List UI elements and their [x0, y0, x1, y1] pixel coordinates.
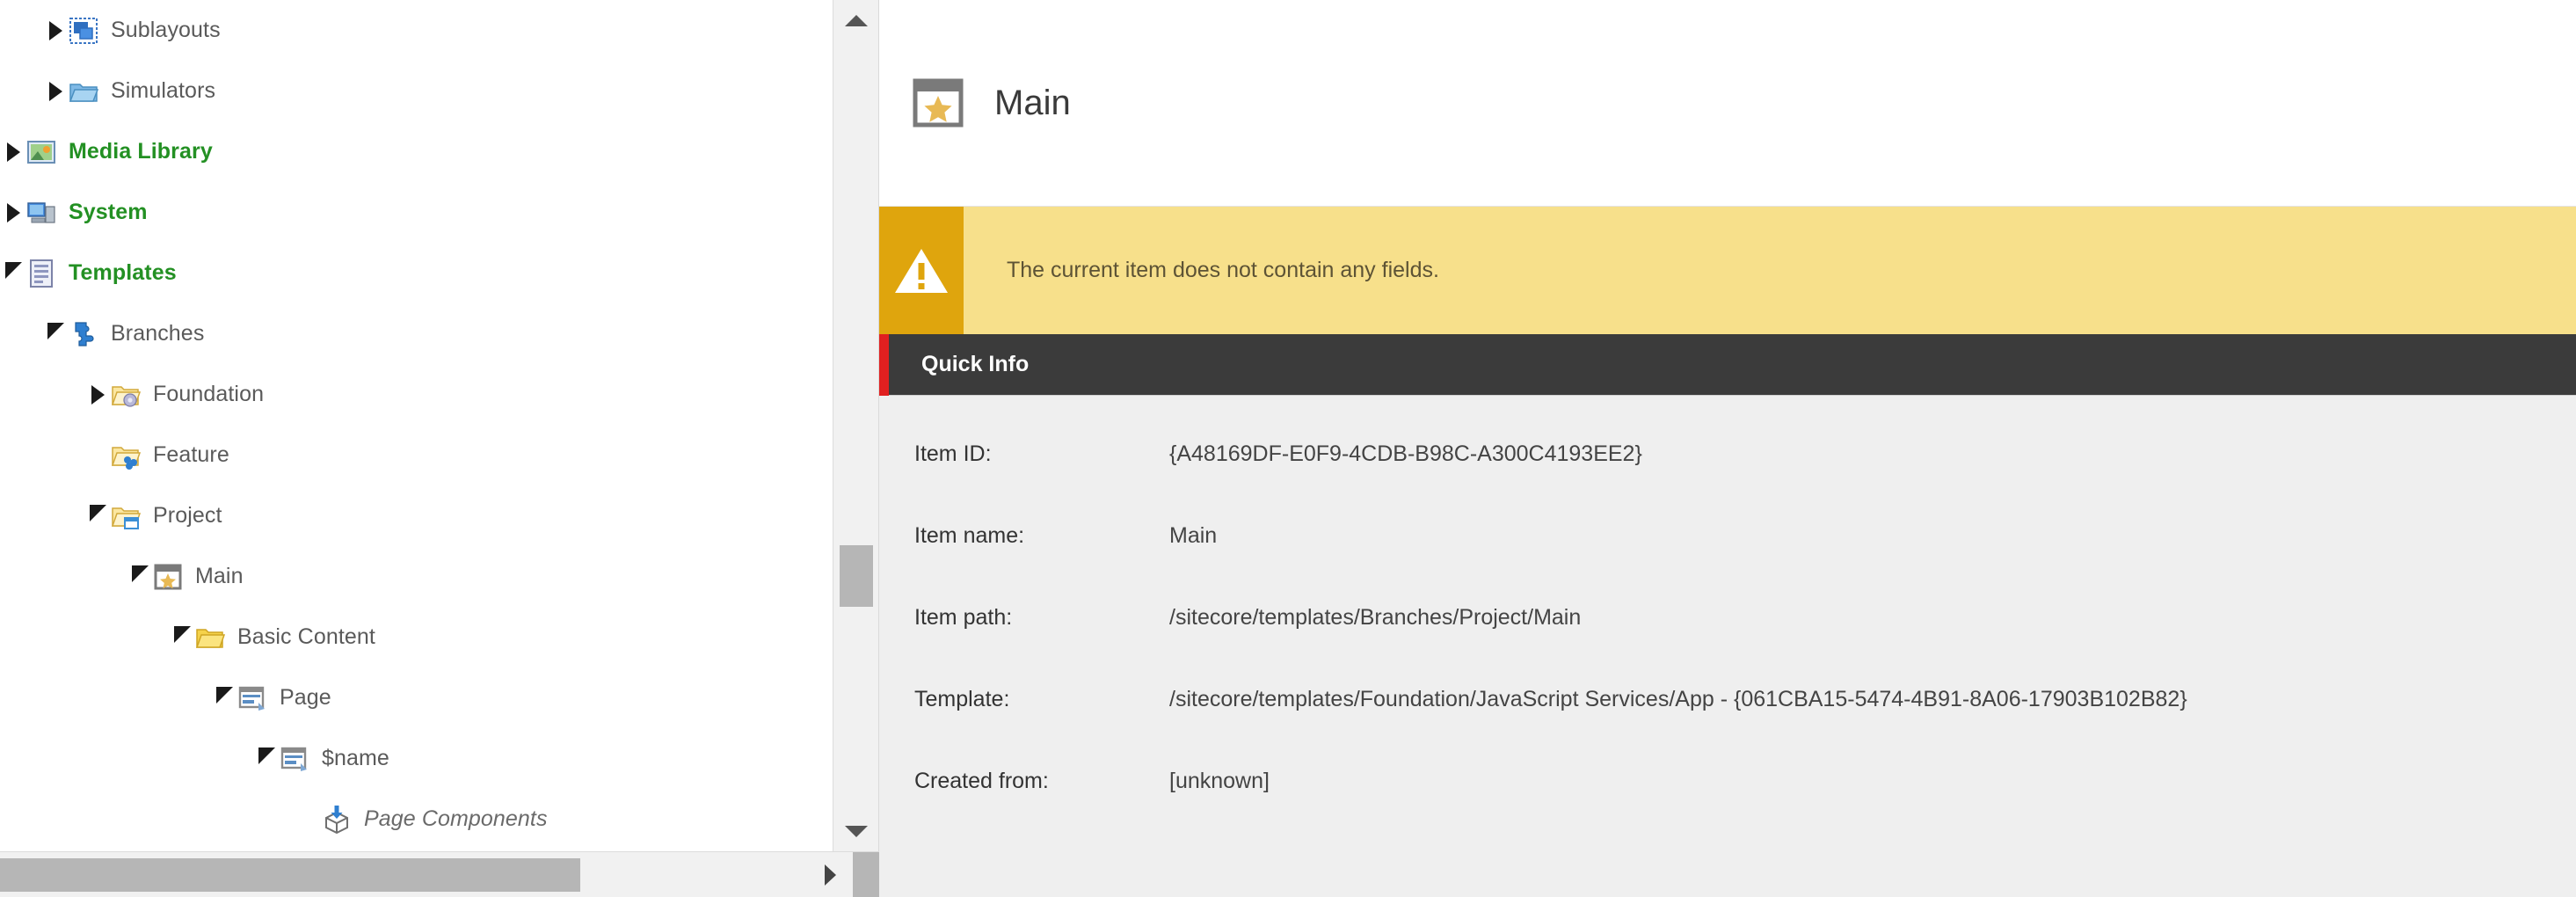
tree-item-templates[interactable]: Templates — [0, 243, 833, 303]
quick-info-row: Item name: Main — [879, 523, 2576, 605]
folder-gear-icon — [111, 380, 141, 410]
branch-star-icon — [153, 562, 183, 592]
tree-item-label: $name — [322, 746, 389, 770]
collapse-arrow-icon[interactable] — [169, 607, 195, 667]
tree-item-page-components[interactable]: Page Components — [0, 789, 833, 850]
tree-item-name[interactable]: $name — [0, 728, 833, 789]
tree-item-page[interactable]: Page — [0, 667, 833, 728]
package-icon — [322, 805, 352, 835]
tree-item-main[interactable]: Main — [0, 546, 833, 607]
field-value: [unknown] — [1169, 769, 1270, 793]
folder-window-icon — [111, 501, 141, 531]
tree-item-sublayouts[interactable]: Sublayouts — [0, 0, 833, 61]
field-label: Template: — [914, 687, 1010, 711]
content-tree-pane: Sublayouts Simulators Media Library System T… — [0, 0, 879, 897]
expand-arrow-icon[interactable] — [84, 364, 111, 425]
vertical-scrollbar-thumb[interactable] — [840, 545, 873, 607]
system-icon — [26, 198, 56, 228]
sublayouts-icon — [69, 16, 98, 46]
tree-item-label: Simulators — [111, 78, 216, 103]
tree-item-label: Main — [195, 564, 244, 588]
scroll-up-arrow-icon[interactable] — [833, 0, 879, 40]
field-label: Item name: — [914, 523, 1025, 548]
field-label: Item path: — [914, 605, 1013, 630]
collapse-arrow-icon[interactable] — [84, 485, 111, 546]
field-value: {A48169DF-E0F9-4CDB-B98C-A300C4193EE2} — [1169, 441, 1642, 466]
tree-item-label: Project — [153, 503, 222, 528]
tree-vertical-scrollbar[interactable] — [833, 0, 878, 851]
quick-info-row: Item ID: {A48169DF-E0F9-4CDB-B98C-A300C41… — [879, 441, 2576, 523]
quick-info-row: Created from: [unknown] — [879, 769, 2576, 850]
warning-message: The current item does not contain any fi… — [1007, 258, 1439, 282]
tree-item-basic-content[interactable]: Basic Content — [0, 607, 833, 667]
tree-item-foundation[interactable]: Foundation — [0, 364, 833, 425]
page-window-icon — [237, 683, 267, 713]
tree-horizontal-scrollbar[interactable] — [0, 851, 879, 897]
sitecore-content-editor: Sublayouts Simulators Media Library System T… — [0, 0, 2576, 897]
field-label: Item ID: — [914, 441, 992, 466]
tree-item-project[interactable]: Project — [0, 485, 833, 546]
tree-item-label: Page — [280, 685, 331, 710]
quick-info-title: Quick Info — [921, 352, 1030, 376]
page-title: Main — [994, 83, 1071, 122]
tree-item-label: Media Library — [69, 139, 213, 164]
collapse-arrow-icon[interactable] — [253, 728, 280, 789]
branch-star-icon — [913, 77, 964, 128]
collapse-arrow-icon[interactable] — [0, 243, 26, 303]
tree-item-branches[interactable]: Branches — [0, 303, 833, 364]
page-window-icon — [280, 744, 309, 774]
tree-item-label: Basic Content — [237, 624, 375, 649]
scrollbar-corner — [853, 852, 879, 897]
collapse-arrow-icon[interactable] — [211, 667, 237, 728]
quick-info-row: Item path: /sitecore/templates/Branches/P… — [879, 605, 2576, 687]
tree-item-feature[interactable]: Feature — [0, 425, 833, 485]
tree-item-simulators[interactable]: Simulators — [0, 61, 833, 121]
yellow-folder-icon — [195, 623, 225, 653]
collapse-arrow-icon[interactable] — [42, 303, 69, 364]
item-header: Main — [879, 0, 2576, 207]
warning-banner: The current item does not contain any fi… — [879, 207, 2576, 334]
warning-triangle-icon — [879, 207, 964, 334]
tree-item-label: Foundation — [153, 382, 265, 406]
field-value: Main — [1169, 523, 1218, 548]
media-library-icon — [26, 137, 56, 167]
field-label: Created from: — [914, 769, 1049, 793]
folder-blocks-icon — [111, 441, 141, 470]
content-tree: Sublayouts Simulators Media Library System T… — [0, 0, 833, 851]
tree-item-label: Branches — [111, 321, 205, 346]
expand-arrow-icon[interactable] — [0, 121, 26, 182]
tree-item-media-library[interactable]: Media Library — [0, 121, 833, 182]
item-detail-pane: Main The current item does not contain a… — [879, 0, 2576, 897]
scroll-right-arrow-icon[interactable] — [807, 852, 853, 897]
tree-item-label: Page Components — [364, 806, 548, 831]
scroll-down-arrow-icon[interactable] — [833, 811, 879, 851]
templates-icon — [26, 259, 56, 288]
field-value: /sitecore/templates/Foundation/JavaScrip… — [1169, 687, 2187, 711]
tree-item-label: System — [69, 200, 148, 224]
branches-puzzle-icon — [69, 319, 98, 349]
tree-item-label: Sublayouts — [111, 18, 221, 42]
expand-arrow-icon[interactable] — [42, 0, 69, 61]
quick-info-row: Template: /sitecore/templates/Foundation/… — [879, 687, 2576, 769]
expand-arrow-icon[interactable] — [0, 182, 26, 243]
quick-info-section-header[interactable]: Quick Info — [879, 334, 2576, 396]
tree-item-label: Templates — [69, 260, 177, 285]
expand-arrow-icon[interactable] — [42, 61, 69, 121]
field-value: /sitecore/templates/Branches/Project/Mai… — [1169, 605, 1582, 630]
tree-item-system[interactable]: System — [0, 182, 833, 243]
blue-folder-icon — [69, 77, 98, 106]
quick-info-fields: Item ID: {A48169DF-E0F9-4CDB-B98C-A300C41… — [879, 396, 2576, 897]
horizontal-scrollbar-thumb[interactable] — [0, 858, 580, 892]
collapse-arrow-icon[interactable] — [127, 546, 153, 607]
tree-item-label: Feature — [153, 442, 229, 467]
